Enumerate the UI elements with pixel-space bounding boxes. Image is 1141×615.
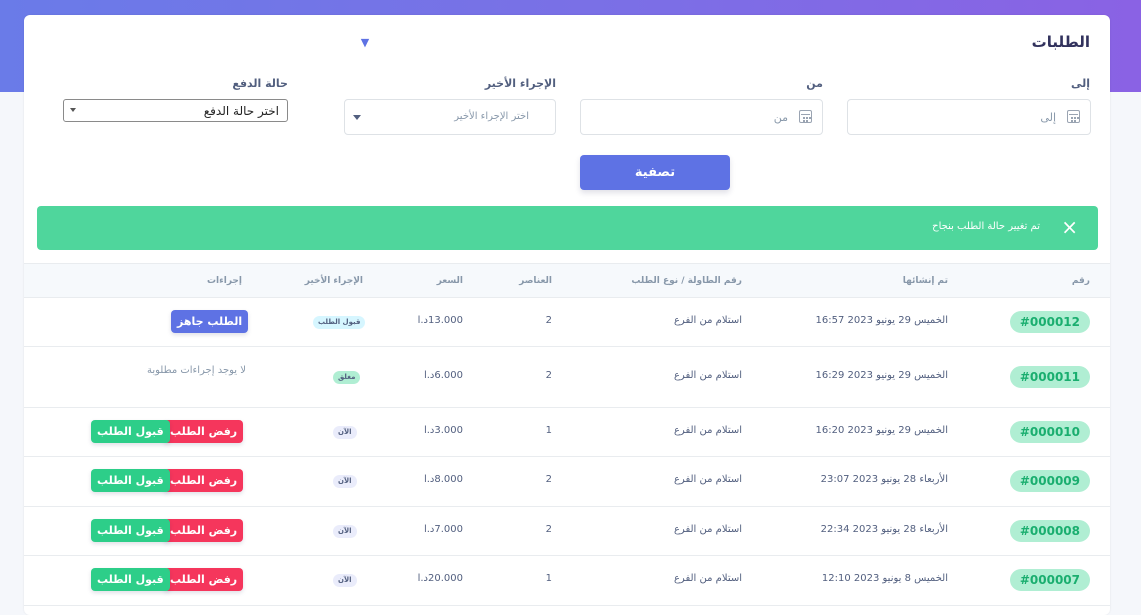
reject-order-button[interactable]: رفض الطلب bbox=[164, 568, 244, 591]
items-count: 2 bbox=[545, 474, 552, 485]
to-label: إلى bbox=[1070, 77, 1090, 90]
order-type: استلام من الفرع bbox=[673, 524, 742, 535]
price: 13.000د.ا bbox=[417, 315, 463, 326]
created-date: الخميس 29 يونيو 2023 16:57 bbox=[815, 315, 949, 326]
payment-status-label: حالة الدفع bbox=[232, 77, 288, 90]
order-number-badge[interactable]: #000007 bbox=[1009, 569, 1090, 591]
table-row: #000011 الخميس 29 يونيو 2023 16:29 استلام … bbox=[24, 346, 1110, 408]
page-title: الطلبات bbox=[1031, 33, 1090, 51]
table-row: #000007 الخميس 8 يونيو 2023 12:10 استلام م… bbox=[24, 555, 1110, 606]
th-last-action: الإجراء الأخير bbox=[304, 276, 363, 286]
last-action-placeholder: اختر الإجراء الأخير bbox=[454, 111, 529, 122]
items-count: 2 bbox=[545, 370, 552, 381]
status-badge: الآن bbox=[333, 475, 357, 488]
accept-order-button[interactable]: قبول الطلب bbox=[91, 568, 170, 591]
from-date-field[interactable]: من bbox=[580, 99, 823, 135]
calendar-icon bbox=[1067, 110, 1080, 123]
status-badge: الآن bbox=[333, 426, 357, 439]
chevron-down-icon[interactable]: ▼ bbox=[354, 33, 376, 53]
dropdown-arrow-icon bbox=[70, 108, 76, 112]
from-label: من bbox=[806, 77, 823, 90]
last-action-select[interactable]: اختر الإجراء الأخير bbox=[344, 99, 556, 135]
table-row: #000010 الخميس 29 يونيو 2023 16:20 استلام … bbox=[24, 407, 1110, 457]
table-header: رقم تم إنشائها رقم الطاولة / نوع الطلب ا… bbox=[24, 263, 1110, 298]
success-alert: × تم تغيير حالة الطلب بنجاح bbox=[37, 206, 1098, 250]
no-actions-text: لا يوجد إجراءات مطلوبة bbox=[147, 365, 246, 376]
caret-down-icon bbox=[353, 115, 361, 120]
orders-card: الطلبات ▼ إلى إلى من من الإجراء الأخير ا… bbox=[24, 15, 1110, 615]
created-date: الخميس 29 يونيو 2023 16:29 bbox=[815, 370, 949, 381]
order-type: استلام من الفرع bbox=[673, 474, 742, 485]
reject-order-button[interactable]: رفض الطلب bbox=[164, 420, 244, 443]
reject-order-button[interactable]: رفض الطلب bbox=[164, 519, 244, 542]
th-table-type: رقم الطاولة / نوع الطلب bbox=[631, 276, 742, 286]
to-date-field[interactable]: إلى bbox=[847, 99, 1091, 135]
status-badge: مغلق bbox=[333, 371, 361, 384]
items-count: 1 bbox=[545, 425, 552, 436]
payment-status-value: اختر حالة الدفع bbox=[203, 104, 279, 118]
created-date: الأربعاء 28 يونيو 2023 22:34 bbox=[820, 524, 948, 535]
status-badge: الآن bbox=[333, 525, 357, 538]
order-type: استلام من الفرع bbox=[673, 425, 742, 436]
th-actions: إجراءات bbox=[207, 276, 242, 286]
th-items: العناصر bbox=[519, 276, 552, 286]
items-count: 1 bbox=[545, 573, 552, 584]
alert-message: تم تغيير حالة الطلب بنجاح bbox=[932, 221, 1040, 232]
reject-order-button[interactable]: رفض الطلب bbox=[164, 469, 244, 492]
from-placeholder: من bbox=[773, 111, 788, 124]
order-type: استلام من الفرع bbox=[673, 573, 742, 584]
th-created: تم إنشائها bbox=[902, 276, 948, 286]
order-number-badge[interactable]: #000010 bbox=[1009, 421, 1090, 443]
table-row: #000009 الأربعاء 28 يونيو 2023 23:07 استلا… bbox=[24, 456, 1110, 507]
price: 20.000د.ا bbox=[417, 573, 463, 584]
items-count: 2 bbox=[545, 524, 552, 535]
accept-order-button[interactable]: قبول الطلب bbox=[91, 420, 170, 443]
close-icon[interactable]: × bbox=[1061, 216, 1078, 238]
calendar-icon bbox=[799, 110, 812, 123]
th-price: السعر bbox=[436, 276, 463, 286]
created-date: الخميس 8 يونيو 2023 12:10 bbox=[821, 573, 948, 584]
price: 7.000د.ا bbox=[423, 524, 463, 535]
order-type: استلام من الفرع bbox=[673, 315, 742, 326]
table-row: #000008 الأربعاء 28 يونيو 2023 22:34 استلا… bbox=[24, 506, 1110, 556]
items-count: 2 bbox=[545, 315, 552, 326]
status-badge: قبول الطلب bbox=[313, 316, 366, 329]
payment-status-select[interactable]: اختر حالة الدفع bbox=[63, 99, 288, 122]
price: 8.000د.ا bbox=[423, 474, 463, 485]
price: 3.000د.ا bbox=[423, 425, 463, 436]
created-date: الخميس 29 يونيو 2023 16:20 bbox=[815, 425, 949, 436]
order-number-badge[interactable]: #000008 bbox=[1009, 520, 1090, 542]
to-placeholder: إلى bbox=[1040, 111, 1056, 124]
th-number: رقم bbox=[1071, 276, 1090, 286]
last-action-label: الإجراء الأخير bbox=[484, 77, 556, 90]
order-ready-button[interactable]: الطلب جاهز bbox=[171, 310, 249, 333]
table-row: #000012 الخميس 29 يونيو 2023 16:57 استلام … bbox=[24, 297, 1110, 347]
accept-order-button[interactable]: قبول الطلب bbox=[91, 519, 170, 542]
created-date: الأربعاء 28 يونيو 2023 23:07 bbox=[820, 474, 948, 485]
order-number-badge[interactable]: #000009 bbox=[1009, 470, 1090, 492]
order-number-badge[interactable]: #000011 bbox=[1009, 366, 1090, 388]
order-number-badge[interactable]: #000012 bbox=[1009, 311, 1090, 333]
filter-button[interactable]: تصفية bbox=[580, 155, 730, 190]
price: 6.000د.ا bbox=[423, 370, 463, 381]
status-badge: الآن bbox=[333, 574, 357, 587]
order-type: استلام من الفرع bbox=[673, 370, 742, 381]
accept-order-button[interactable]: قبول الطلب bbox=[91, 469, 170, 492]
